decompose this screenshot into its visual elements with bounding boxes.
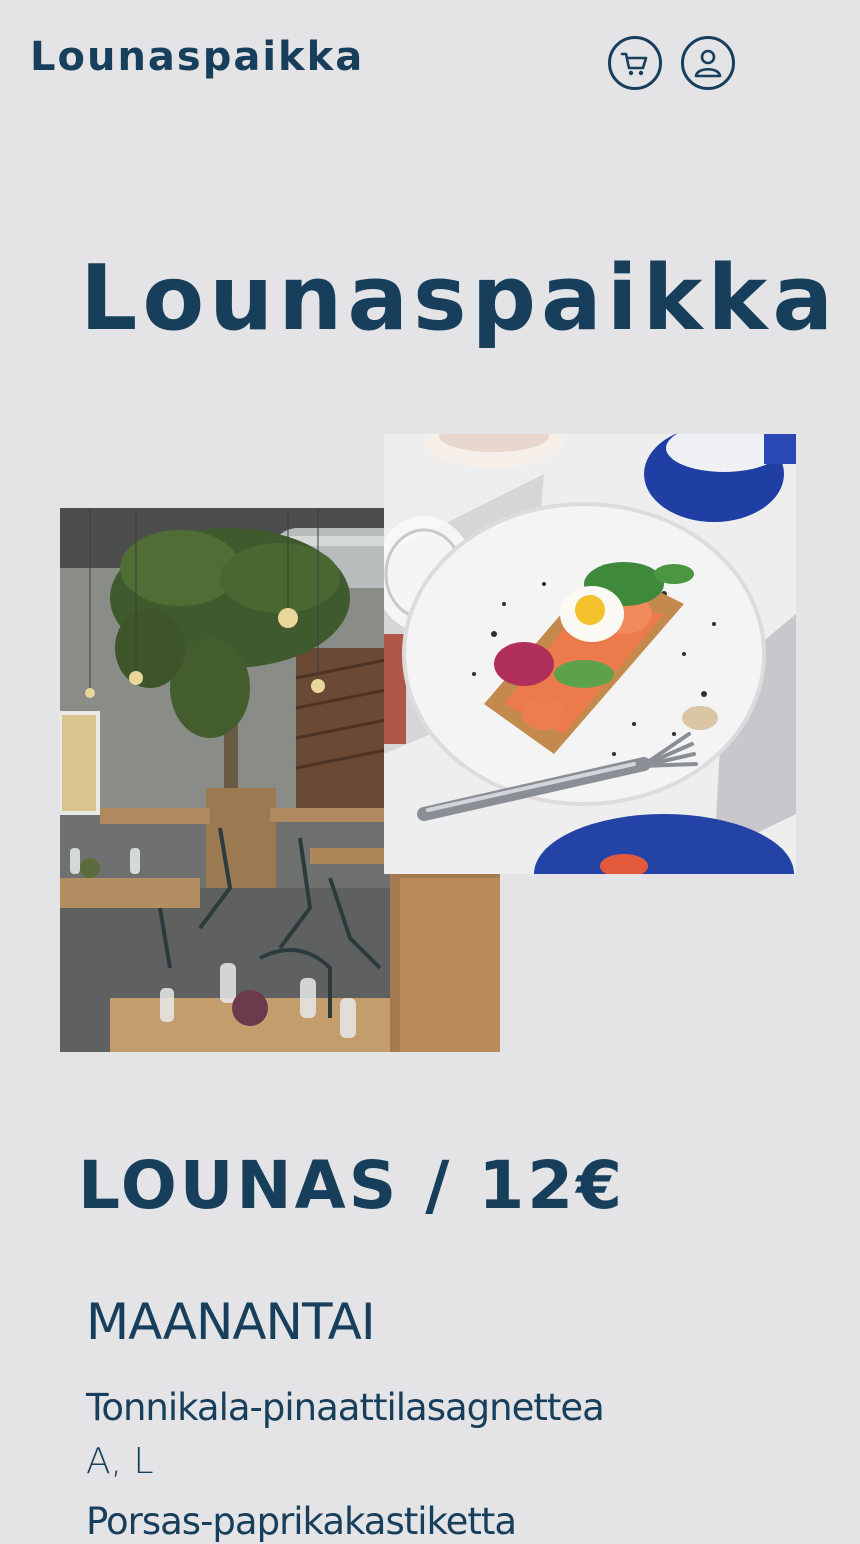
cart-button[interactable] — [608, 36, 662, 90]
hero-title: Lounaspaikka — [80, 246, 839, 351]
dish-diet-codes: A, L — [86, 1441, 154, 1482]
lunch-price-heading: LOUNAS / 12€ — [78, 1147, 626, 1224]
account-button[interactable] — [681, 36, 735, 90]
shopping-cart-icon — [620, 52, 648, 76]
dish-name: Porsas-paprikakastiketta — [86, 1500, 517, 1543]
brand-logo-link[interactable]: Lounaspaikka — [30, 30, 364, 84]
food-plate-photo — [384, 434, 796, 874]
dish-name: Tonnikala-pinaattilasagnettea — [86, 1386, 605, 1429]
user-account-icon — [694, 49, 722, 78]
day-heading-monday: MAANANTAI — [86, 1293, 376, 1351]
